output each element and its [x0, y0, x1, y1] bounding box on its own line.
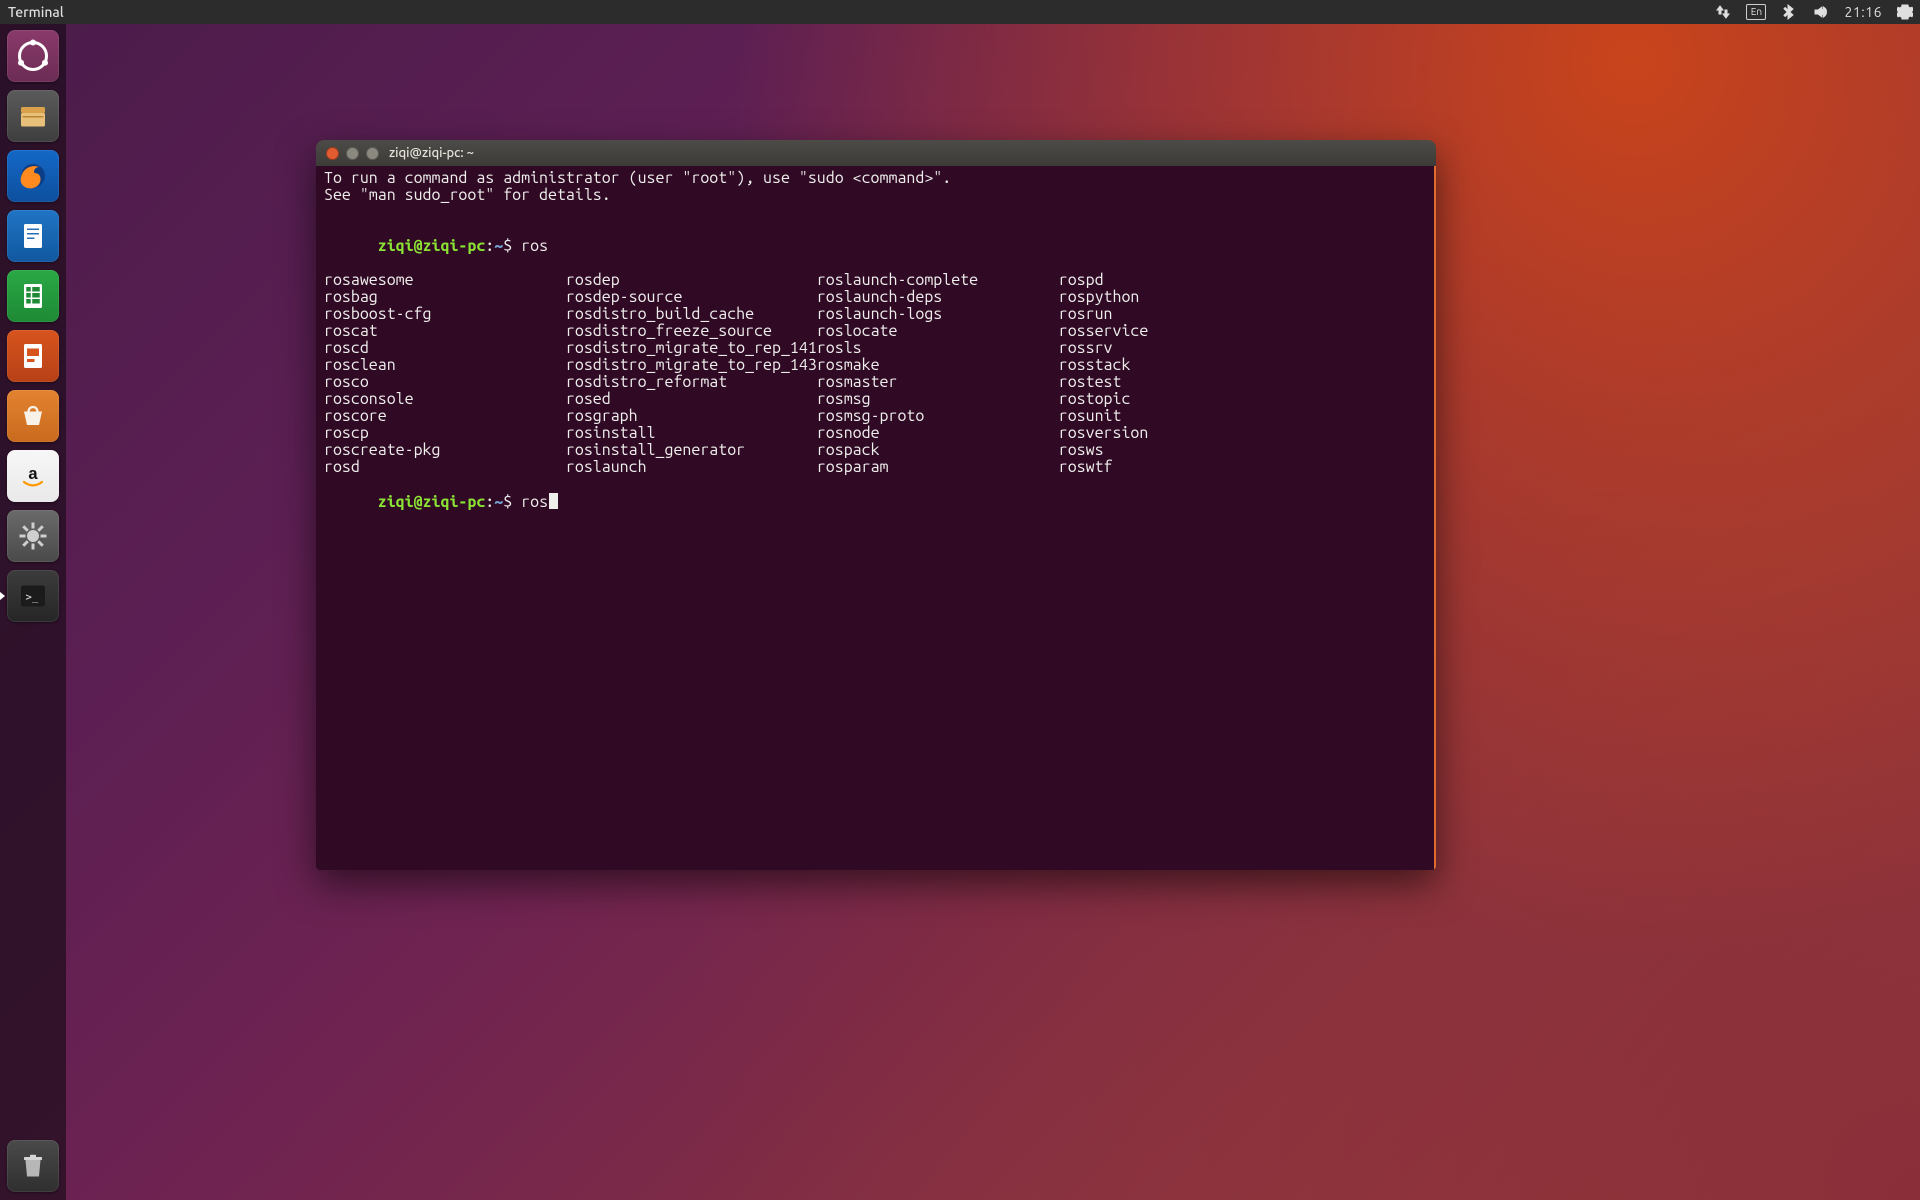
launcher-dash[interactable]	[7, 30, 59, 82]
sudo-hint-line-2: See "man sudo_root" for details.	[324, 187, 1426, 204]
terminal-body[interactable]: To run a command as administrator (user …	[316, 166, 1436, 870]
unity-launcher: a >_	[0, 24, 66, 1200]
prompt-line-2: ziqi@ziqi-pc:~$ ros	[324, 476, 1426, 528]
prompt-line-1: ziqi@ziqi-pc:~$ ros	[324, 221, 1426, 272]
clock[interactable]: 21:16	[1844, 4, 1882, 20]
network-updown-icon[interactable]	[1714, 3, 1732, 21]
window-controls	[326, 147, 379, 160]
blank-line	[324, 204, 1426, 221]
volume-icon[interactable]	[1812, 3, 1830, 21]
launcher-terminal[interactable]: >_	[7, 570, 59, 622]
terminal-window[interactable]: ziqi@ziqi-pc: ~ To run a command as admi…	[316, 140, 1436, 870]
bluetooth-icon[interactable]	[1780, 3, 1798, 21]
launcher-firefox[interactable]	[7, 150, 59, 202]
keyboard-layout-indicator[interactable]: En	[1746, 4, 1766, 20]
window-close-button[interactable]	[326, 147, 339, 160]
active-app-title: Terminal	[8, 4, 64, 20]
tab-completion-list: rosawesome rosbag rosboost-cfg roscat ro…	[324, 272, 1426, 476]
window-minimize-button[interactable]	[346, 147, 359, 160]
prompt-path: ~	[494, 237, 503, 255]
session-gear-icon[interactable]	[1896, 3, 1914, 21]
svg-text:a: a	[28, 465, 38, 483]
sudo-hint-line-1: To run a command as administrator (user …	[324, 170, 1426, 187]
launcher-files[interactable]	[7, 90, 59, 142]
window-title: ziqi@ziqi-pc: ~	[389, 146, 474, 160]
top-menu-bar: Terminal En 21:16	[0, 0, 1920, 24]
launcher-software[interactable]	[7, 390, 59, 442]
launcher-writer[interactable]	[7, 210, 59, 262]
window-titlebar[interactable]: ziqi@ziqi-pc: ~	[316, 140, 1436, 166]
completion-column: rosdep rosdep-source rosdistro_build_cac…	[566, 272, 817, 476]
launcher-settings[interactable]	[7, 510, 59, 562]
launcher-calc[interactable]	[7, 270, 59, 322]
prompt-user-host: ziqi@ziqi-pc	[378, 237, 486, 255]
typed-command-1: ros	[521, 237, 548, 255]
svg-text:>_: >_	[26, 592, 39, 604]
launcher-amazon[interactable]: a	[7, 450, 59, 502]
completion-column: rospd rospython rosrun rosservice rossrv…	[1059, 272, 1149, 476]
launcher-trash[interactable]	[7, 1140, 59, 1192]
completion-column: roslaunch-complete roslaunch-deps roslau…	[817, 272, 1059, 476]
indicator-area: En 21:16	[1714, 3, 1914, 21]
prompt-dollar: $	[503, 237, 512, 255]
launcher-impress[interactable]	[7, 330, 59, 382]
typed-command-2: ros	[521, 493, 548, 511]
completion-column: rosawesome rosbag rosboost-cfg roscat ro…	[324, 272, 566, 476]
text-cursor	[549, 493, 558, 509]
window-maximize-button[interactable]	[366, 147, 379, 160]
